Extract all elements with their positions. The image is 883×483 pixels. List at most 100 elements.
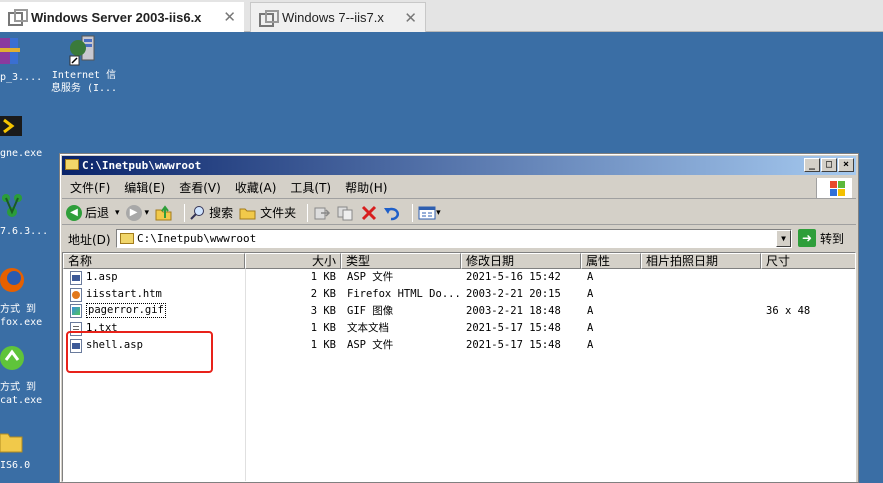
file-row[interactable]: pagerror.gif 3 KB GIF 图像 2003-2-21 18:48… <box>63 303 855 320</box>
file-name: 1.asp <box>86 271 118 283</box>
go-button[interactable]: ➜ 转到 <box>798 229 844 247</box>
folder-icon <box>65 159 79 170</box>
column-header-dimensions[interactable]: 尺寸 <box>761 253 855 269</box>
desktop-icon-iis6-folder[interactable]: IS6.0 <box>0 428 44 474</box>
menu-file[interactable]: 文件(F) <box>70 179 110 196</box>
winrar-icon <box>0 38 20 64</box>
chevron-down-icon[interactable]: ▼ <box>776 230 791 247</box>
menu-favorites[interactable]: 收藏(A) <box>235 179 277 196</box>
toolbar-separator <box>184 203 186 222</box>
menu-help[interactable]: 帮助(H) <box>345 179 387 196</box>
search-button[interactable]: 搜索 <box>190 204 233 221</box>
search-icon <box>190 205 205 220</box>
address-bar: 地址(D) C:\Inetpub\wwwroot ▼ ➜ 转到 <box>62 227 856 251</box>
file-type: Firefox HTML Do... <box>347 288 461 300</box>
windows-logo-icon <box>816 178 852 198</box>
back-button[interactable]: ◀ 后退 ▾ <box>66 204 120 221</box>
menu-edit[interactable]: 编辑(E) <box>124 179 165 196</box>
shortcut-icon <box>0 346 24 370</box>
desktop-icon-label: fox.exe <box>0 317 43 328</box>
folders-label: 文件夹 <box>260 206 297 220</box>
desktop-icon-tomcat[interactable]: 方式 到 cat.exe <box>0 344 44 406</box>
desktop-icon-label: gne.exe <box>0 148 43 159</box>
file-attributes: A <box>587 271 594 283</box>
search-label: 搜索 <box>209 206 234 220</box>
toolbar: ◀ 后退 ▾ ▶ ▾ 搜索 文件夹 ▾ <box>62 201 856 225</box>
back-arrow-icon: ◀ <box>66 204 82 221</box>
vm-tab-label: Windows Server 2003-iis6.x <box>31 9 202 25</box>
file-size: 2 KB <box>310 288 336 300</box>
file-size: 1 KB <box>310 339 336 351</box>
back-label: 后退 <box>85 206 110 220</box>
file-attributes: A <box>587 339 594 351</box>
column-header-photo-date[interactable]: 相片拍照日期 <box>641 253 761 269</box>
column-header-type[interactable]: 类型 <box>341 253 461 269</box>
address-input[interactable]: C:\Inetpub\wwwroot ▼ <box>116 229 792 248</box>
views-icon <box>418 206 436 219</box>
file-size: 1 KB <box>310 322 336 334</box>
close-icon[interactable]: ✕ <box>223 8 236 26</box>
file-row[interactable]: 1.asp 1 KB ASP 文件 2021-5-16 15:42 A <box>63 269 855 286</box>
file-modified: 2021-5-16 15:42 <box>466 271 561 283</box>
move-to-button[interactable] <box>313 205 331 221</box>
folder-icon <box>239 208 256 219</box>
forward-arrow-icon: ▶ <box>125 204 142 221</box>
copy-to-button[interactable] <box>337 205 355 221</box>
file-type: ASP 文件 <box>347 339 394 351</box>
file-dimensions: 36 x 48 <box>766 305 811 317</box>
folders-button[interactable]: 文件夹 <box>239 204 296 221</box>
desktop-icon-label: 息服务 (I... <box>50 83 118 94</box>
vm-tab-server2003[interactable]: Windows Server 2003-iis6.x ✕ <box>0 2 244 32</box>
views-button[interactable]: ▾ <box>418 205 441 221</box>
vm-icon <box>8 9 28 26</box>
file-name-cell: pagerror.gif <box>70 303 166 318</box>
close-icon[interactable]: ✕ <box>404 9 417 27</box>
forward-button[interactable]: ▶ ▾ <box>125 204 150 221</box>
column-header-attributes[interactable]: 属性 <box>581 253 641 269</box>
vm-tab-bar: Windows Server 2003-iis6.x ✕ Windows 7--… <box>0 0 883 32</box>
minimize-button[interactable]: _ <box>804 158 820 172</box>
undo-button[interactable] <box>383 205 401 221</box>
vm-tab-win7[interactable]: Windows 7--iis7.x ✕ <box>250 2 426 32</box>
file-name: iisstart.htm <box>86 288 162 300</box>
desktop-icon-engine[interactable]: gne.exe <box>0 114 44 160</box>
network-icon <box>2 194 22 217</box>
desktop-icon-wireshark[interactable]: 7.6.3... <box>0 190 48 237</box>
desktop-icon-label: p_3.... <box>0 72 43 83</box>
desktop-icon-firefox[interactable]: 方式 到 fox.exe <box>0 266 44 328</box>
go-arrow-icon: ➜ <box>798 229 816 247</box>
file-attributes: A <box>587 288 594 300</box>
file-size: 1 KB <box>310 271 336 283</box>
file-row[interactable]: iisstart.htm 2 KB Firefox HTML Do... 200… <box>63 286 855 303</box>
up-folder-button[interactable] <box>155 204 173 221</box>
window-titlebar[interactable]: C:\Inetpub\wwwroot _ □ × <box>62 156 856 175</box>
move-to-icon <box>314 207 331 219</box>
file-name: pagerror.gif <box>86 303 166 318</box>
file-modified: 2021-5-17 15:48 <box>466 322 561 334</box>
file-type: 文本文档 <box>347 322 389 334</box>
desktop-icon-label: 7.6.3... <box>0 226 49 237</box>
file-modified: 2003-2-21 20:15 <box>466 288 561 300</box>
watermark: https://blog.csdn.net/weixin_42345596 <box>606 455 845 471</box>
copy-to-icon <box>337 206 353 220</box>
menu-view[interactable]: 查看(V) <box>179 179 221 196</box>
desktop-icon-iis[interactable]: Internet 信 息服务 (I... <box>48 34 120 100</box>
file-modified: 2021-5-17 15:48 <box>466 339 561 351</box>
column-header-size[interactable]: 大小 <box>245 253 341 269</box>
chevron-down-icon[interactable]: ▾ <box>145 208 150 218</box>
column-header-modified[interactable]: 修改日期 <box>461 253 581 269</box>
explorer-window: C:\Inetpub\wwwroot _ □ × 文件(F) 编辑(E) 查看(… <box>59 153 859 483</box>
file-name-cell: iisstart.htm <box>70 286 162 303</box>
go-label: 转到 <box>820 231 845 246</box>
menu-tools[interactable]: 工具(T) <box>290 179 331 196</box>
column-header-name[interactable]: 名称 <box>63 253 245 269</box>
close-button[interactable]: × <box>838 158 854 172</box>
toolbar-separator <box>307 203 309 222</box>
delete-button[interactable] <box>361 205 377 221</box>
column-divider <box>245 269 246 481</box>
maximize-button[interactable]: □ <box>821 158 837 172</box>
desktop-icon-app[interactable]: p_3.... <box>0 36 44 86</box>
chevron-down-icon[interactable]: ▾ <box>115 208 120 218</box>
chevron-down-icon[interactable]: ▾ <box>436 208 441 218</box>
gif-image-icon <box>70 303 82 318</box>
